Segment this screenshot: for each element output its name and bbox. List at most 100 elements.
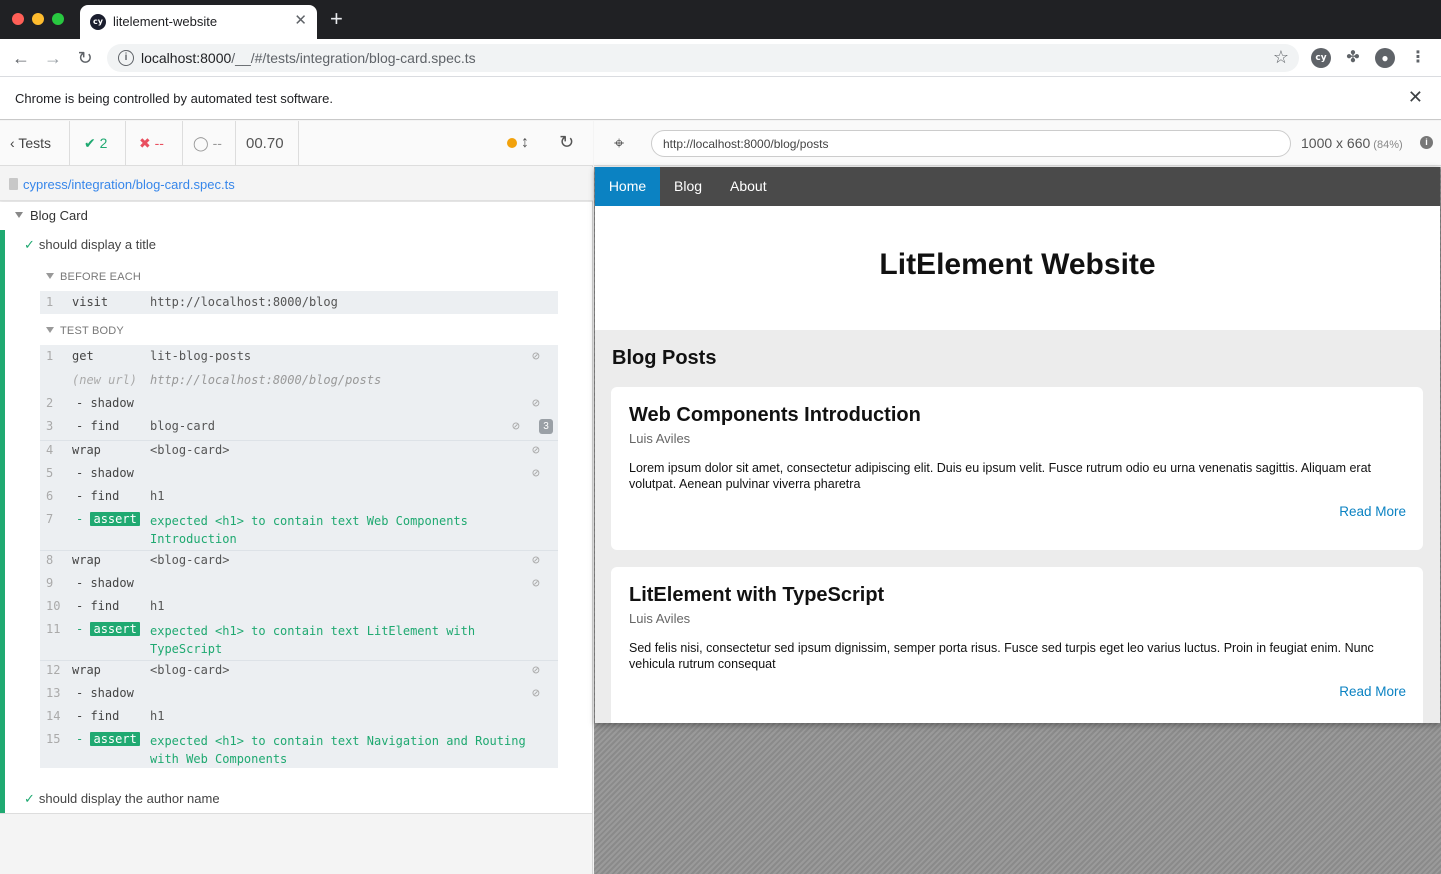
aut-iframe: Home Blog About LitElement Website Blog …	[595, 167, 1440, 723]
command-message: <blog-card>	[150, 553, 229, 567]
command-number: 1	[46, 295, 66, 309]
minimize-window-button[interactable]	[32, 13, 44, 25]
command-name: - find	[76, 709, 119, 723]
before-each-commands: 1 visit http://localhost:8000/blog	[40, 291, 558, 314]
read-more-link[interactable]: Read More	[1339, 504, 1406, 519]
test-body-commands: 1 get lit-blog-posts ⊘ (new url) http://…	[40, 345, 558, 768]
before-each-label: BEFORE EACH	[60, 271, 141, 283]
auto-scroll-toggle-icon[interactable]: ↕	[521, 133, 529, 153]
nav-about-link[interactable]: About	[730, 167, 767, 206]
site-header: LitElement Website	[595, 206, 1440, 330]
cypress-extension-icon[interactable]: cy	[1311, 48, 1331, 68]
command-row[interactable]: 9 - shadow ⊘	[40, 576, 558, 594]
command-row[interactable]: 12 wrap <blog-card> ⊘	[40, 663, 558, 681]
command-row[interactable]: 1 get lit-blog-posts ⊘	[40, 349, 558, 367]
address-bar[interactable]: i localhost:8000/__/#/tests/integration/…	[107, 44, 1299, 72]
rerun-tests-icon[interactable]: ↻	[559, 132, 574, 152]
tests-back-button[interactable]: ‹ Tests	[0, 121, 70, 166]
chevron-left-icon: ‹	[10, 135, 15, 151]
command-row[interactable]: 4 wrap <blog-card> ⊘	[40, 443, 558, 461]
site-title: LitElement Website	[595, 248, 1440, 282]
browser-tab[interactable]: cy litelement-website ✕	[80, 5, 317, 39]
command-row[interactable]: (new url) http://localhost:8000/blog/pos…	[40, 373, 558, 391]
command-message: http://localhost:8000/blog/posts	[150, 373, 381, 387]
nav-blog-link[interactable]: Blog	[674, 167, 702, 206]
nav-home-link[interactable]: Home	[595, 167, 660, 206]
eye-slash-icon: ⊘	[532, 686, 540, 701]
infobar-close-icon[interactable]: ✕	[1408, 87, 1423, 108]
command-prefix: -	[76, 732, 83, 746]
profile-avatar-icon[interactable]: ●	[1375, 48, 1395, 68]
address-url[interactable]: localhost:8000/__/#/tests/integration/bl…	[141, 50, 476, 66]
command-row[interactable]: 15 - assert expected <h1> to contain tex…	[40, 732, 558, 768]
spec-path-bar: cypress/integration/blog-card.spec.ts	[0, 167, 593, 201]
reload-icon[interactable]: ↻	[73, 46, 97, 70]
tab-close-icon[interactable]: ✕	[294, 11, 307, 29]
command-message: blog-card	[150, 419, 215, 433]
command-row[interactable]: 3 - find blog-card ⊘ 3	[40, 419, 558, 437]
maximize-window-button[interactable]	[52, 13, 64, 25]
assert-badge: assert	[90, 622, 139, 636]
read-more-link[interactable]: Read More	[1339, 684, 1406, 699]
bookmark-star-icon[interactable]: ☆	[1273, 47, 1289, 68]
new-tab-button[interactable]: +	[330, 8, 343, 30]
command-number: 2	[46, 396, 66, 410]
blog-card-title: LitElement with TypeScript	[629, 584, 884, 607]
pending-stat: ◯ --	[183, 121, 236, 166]
command-name: - shadow	[76, 466, 134, 480]
cypress-favicon-icon: cy	[90, 14, 106, 30]
suite-title[interactable]: Blog Card	[30, 208, 88, 223]
before-each-hook[interactable]: BEFORE EACH	[46, 271, 141, 283]
command-number: 3	[46, 419, 66, 433]
selector-playground-crosshair-icon[interactable]: ⌖	[614, 133, 624, 153]
forward-arrow-icon[interactable]: →	[41, 46, 65, 70]
spec-path-link[interactable]: cypress/integration/blog-card.spec.ts	[23, 177, 235, 192]
command-row[interactable]: 5 - shadow ⊘	[40, 466, 558, 484]
site-info-icon[interactable]: i	[118, 50, 134, 66]
command-divider	[40, 550, 558, 551]
test-body-hook[interactable]: TEST BODY	[46, 325, 124, 337]
command-row[interactable]: 14 - find h1	[40, 709, 558, 727]
command-row[interactable]: 2 - shadow ⊘	[40, 396, 558, 414]
command-row[interactable]: 8 wrap <blog-card> ⊘	[40, 553, 558, 571]
extensions-puzzle-icon[interactable]: ✤	[1343, 48, 1363, 68]
hook-caret-icon	[46, 327, 54, 333]
blog-posts-heading: Blog Posts	[612, 347, 716, 370]
command-row[interactable]: 11 - assert expected <h1> to contain tex…	[40, 622, 558, 658]
check-icon: ✓	[24, 237, 35, 252]
collapse-caret-icon[interactable]	[15, 212, 23, 218]
test-title-2[interactable]: ✓should display the author name	[24, 791, 220, 807]
command-name: - find	[76, 419, 119, 433]
test-title-1[interactable]: ✓should display a title	[24, 237, 156, 253]
eye-slash-icon: ⊘	[532, 443, 540, 458]
close-window-button[interactable]	[12, 13, 24, 25]
command-row[interactable]: 7 - assert expected <h1> to contain text…	[40, 512, 558, 548]
aut-header: ⌖ http://localhost:8000/blog/posts 1000 …	[594, 121, 1441, 166]
command-divider	[40, 660, 558, 661]
command-row[interactable]: 10 - find h1	[40, 599, 558, 617]
command-message: <blog-card>	[150, 663, 229, 677]
blog-card-author: Luis Aviles	[629, 611, 690, 626]
url-host: localhost:8000	[141, 50, 231, 66]
command-name: - shadow	[76, 576, 134, 590]
command-message: h1	[150, 599, 164, 613]
command-name: get	[72, 349, 94, 363]
command-name: - find	[76, 489, 119, 503]
runnables-list: Blog Card ✓should display a title BEFORE…	[0, 202, 592, 814]
back-arrow-icon[interactable]: ←	[9, 46, 33, 70]
command-number: 1	[46, 349, 66, 363]
command-row[interactable]: 13 - shadow ⊘	[40, 686, 558, 704]
command-row[interactable]: 6 - find h1	[40, 489, 558, 507]
command-number: 7	[46, 512, 66, 526]
command-name: wrap	[72, 663, 101, 677]
browser-menu-icon[interactable]: ⋮	[1408, 48, 1428, 68]
pending-circle-icon: ◯	[193, 135, 209, 151]
command-number: 15	[46, 732, 66, 746]
aut-url: http://localhost:8000/blog/posts	[663, 137, 828, 151]
command-row[interactable]: 1 visit http://localhost:8000/blog	[40, 295, 558, 313]
infobar-message: Chrome is being controlled by automated …	[15, 91, 333, 106]
tab-title: litelement-website	[113, 14, 217, 29]
viewport-info-icon[interactable]: i	[1420, 136, 1433, 149]
eye-slash-icon: ⊘	[512, 419, 520, 434]
check-icon: ✔	[84, 135, 96, 151]
